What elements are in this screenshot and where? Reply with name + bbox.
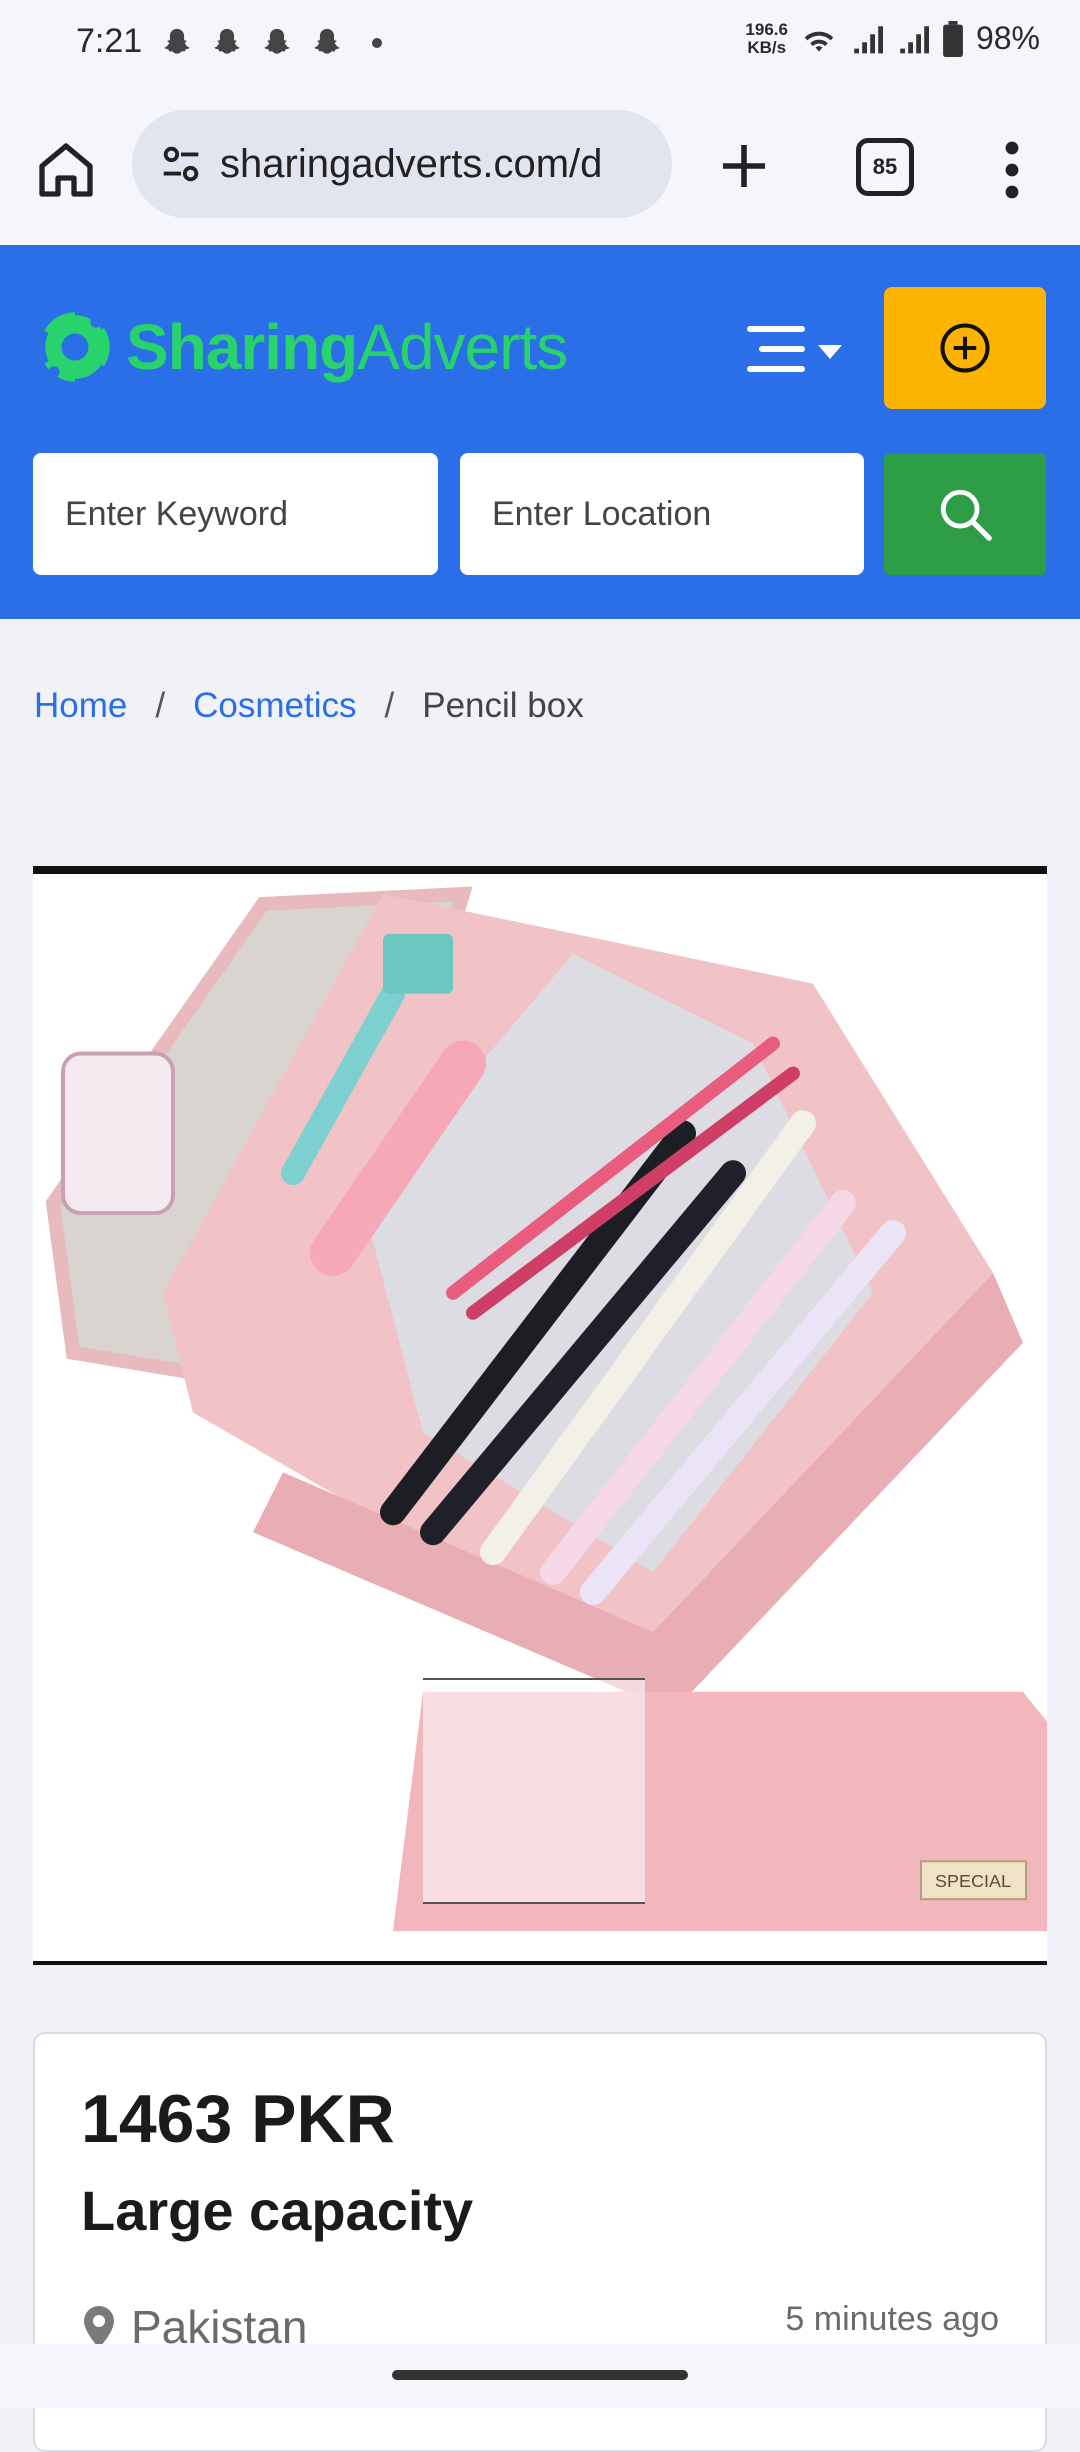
product-image[interactable]: SPECIAL bbox=[33, 866, 1047, 1965]
snapchat-icon bbox=[164, 28, 190, 54]
signal-icon bbox=[900, 25, 929, 53]
status-time: 7:21 bbox=[76, 22, 143, 60]
more-notifications-dot bbox=[372, 38, 382, 48]
logo-text: SharingAdverts bbox=[126, 310, 568, 384]
network-speed: 196.6 KB/s bbox=[745, 19, 788, 57]
home-gesture-handle[interactable] bbox=[392, 2370, 688, 2380]
logo-mark-icon bbox=[39, 309, 110, 385]
logo-text-primary: Sharing bbox=[126, 311, 358, 383]
breadcrumb-category-link[interactable]: Cosmetics bbox=[193, 686, 356, 726]
site-settings-icon[interactable] bbox=[158, 141, 204, 187]
site-header: SharingAdverts bbox=[0, 245, 1080, 619]
snapchat-icon bbox=[214, 28, 240, 54]
logo-text-secondary: Adverts bbox=[357, 311, 568, 383]
breadcrumb-separator: / bbox=[384, 686, 395, 725]
tab-count: 85 bbox=[872, 154, 898, 179]
wifi-icon bbox=[804, 31, 834, 52]
url-text[interactable]: sharingadverts.com/d bbox=[220, 142, 602, 187]
notification-icons bbox=[160, 26, 382, 60]
hamburger-menu-icon[interactable] bbox=[746, 323, 846, 379]
home-icon[interactable] bbox=[34, 138, 98, 202]
location-input[interactable] bbox=[460, 453, 864, 575]
snapchat-icon bbox=[264, 28, 290, 54]
speed-value: 196.6 bbox=[745, 19, 788, 39]
site-logo[interactable]: SharingAdverts bbox=[36, 293, 568, 401]
keyword-input[interactable] bbox=[33, 453, 438, 575]
snapchat-icon bbox=[314, 28, 340, 54]
breadcrumb-home-link[interactable]: Home bbox=[34, 686, 127, 726]
signal-icon bbox=[854, 25, 883, 53]
stamp-label: SPECIAL bbox=[935, 1871, 1011, 1891]
more-menu-icon[interactable] bbox=[992, 140, 1032, 200]
new-tab-icon[interactable] bbox=[716, 138, 772, 194]
listing-title: Large capacity bbox=[81, 2179, 474, 2242]
breadcrumb: Home / Cosmetics / Pencil box bbox=[34, 686, 584, 726]
posted-time: 5 minutes ago bbox=[785, 2300, 999, 2338]
thumbnail-preview[interactable] bbox=[423, 1678, 645, 1904]
status-right: 196.6 KB/s 98% bbox=[745, 20, 1040, 57]
battery-percent: 98% bbox=[975, 20, 1040, 56]
gesture-nav-bar bbox=[0, 2344, 1080, 2408]
post-ad-button[interactable] bbox=[884, 287, 1046, 409]
speed-unit: KB/s bbox=[747, 37, 787, 57]
breadcrumb-separator: / bbox=[155, 686, 166, 725]
search-icon bbox=[940, 489, 992, 541]
address-bar[interactable]: sharingadverts.com/d bbox=[132, 110, 672, 218]
listing-price: 1463 PKR bbox=[81, 2081, 395, 2157]
search-button[interactable] bbox=[884, 453, 1046, 575]
breadcrumb-current: Pencil box bbox=[422, 686, 584, 725]
plus-circle-icon bbox=[940, 323, 990, 373]
status-bar: 7:21 196.6 KB/s 98% bbox=[0, 0, 1080, 88]
battery-icon bbox=[943, 20, 963, 57]
browser-toolbar: sharingadverts.com/d 85 bbox=[0, 88, 1080, 244]
tab-switcher-button[interactable]: 85 bbox=[856, 138, 914, 196]
